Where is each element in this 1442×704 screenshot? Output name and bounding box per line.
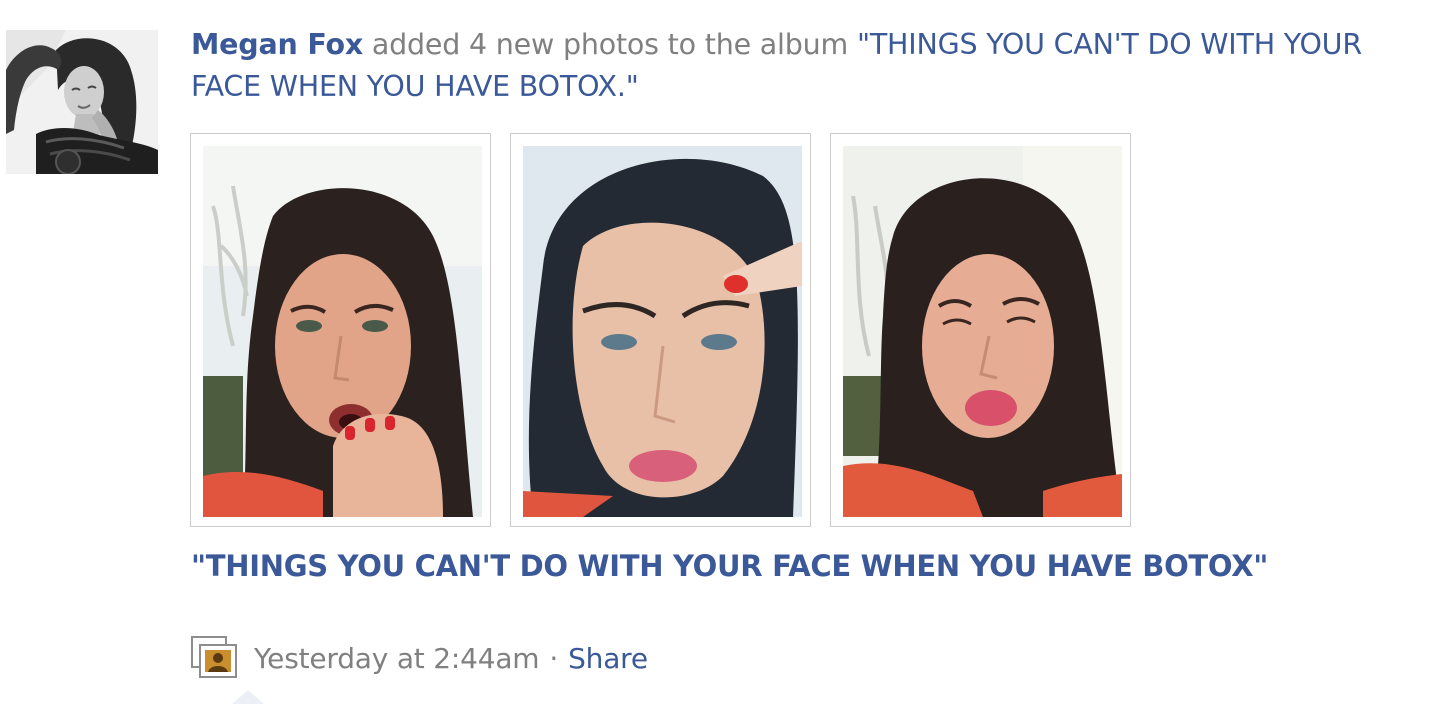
photo-thumbnail-3[interactable] <box>830 133 1131 527</box>
story-headline: Megan Fox added 4 new photos to the albu… <box>191 24 1431 108</box>
feed-story: Megan Fox added 4 new photos to the albu… <box>0 0 1442 704</box>
footer-separator: · <box>549 641 559 675</box>
avatar[interactable] <box>6 30 158 174</box>
photo-thumbnail-1[interactable] <box>190 133 491 527</box>
album-title-link[interactable]: "THINGS YOU CAN'T DO WITH YOUR FACE WHEN… <box>191 544 1268 588</box>
photo-album-icon <box>190 635 240 681</box>
share-link[interactable]: Share <box>568 642 648 675</box>
photo-1-image <box>203 146 482 517</box>
actor-name-link[interactable]: Megan Fox <box>191 28 363 61</box>
photo-3-image <box>843 146 1122 517</box>
avatar-image <box>6 30 158 174</box>
story-timestamp[interactable]: Yesterday at 2:44am <box>254 642 540 675</box>
comments-caret <box>232 690 264 704</box>
story-action-text: added 4 new photos to the album <box>371 28 849 61</box>
photo-2-image <box>523 146 802 517</box>
photo-thumbnail-2[interactable] <box>510 133 811 527</box>
story-footer: Yesterday at 2:44am · Share <box>190 634 648 682</box>
